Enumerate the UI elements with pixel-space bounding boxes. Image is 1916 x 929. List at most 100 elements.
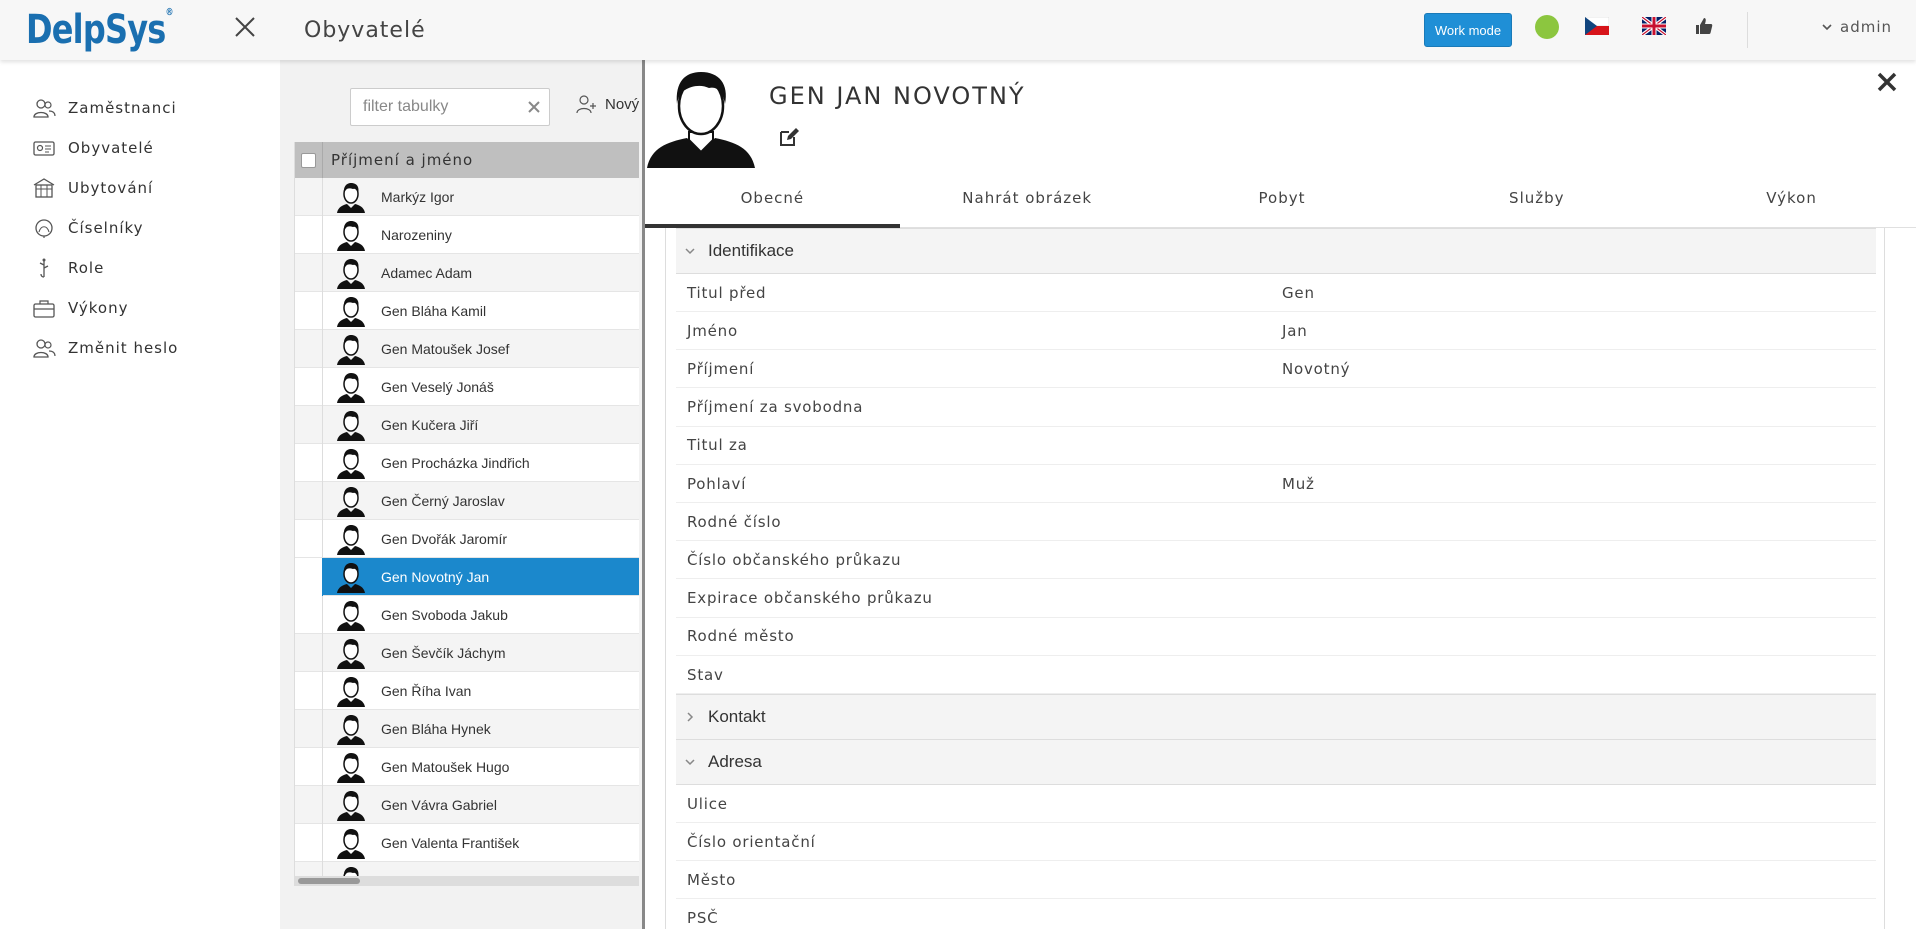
sidebar-item-residents[interactable]: Obyvatelé bbox=[32, 133, 154, 163]
table-row[interactable]: Gen Matoušek Josef bbox=[295, 329, 639, 368]
horizontal-scrollbar[interactable] bbox=[294, 876, 639, 886]
app-logo[interactable]: DelpSys® bbox=[22, 2, 173, 58]
table-row[interactable]: Gen Bláha Hynek bbox=[295, 709, 639, 748]
czech-flag-icon[interactable] bbox=[1585, 17, 1609, 35]
row-select-cell[interactable] bbox=[295, 481, 323, 520]
table-row[interactable]: Gen Novotný Jan bbox=[295, 557, 639, 596]
row-name: Narozeniny bbox=[381, 226, 452, 243]
table-row[interactable]: Gen Procházka Jindřich bbox=[295, 443, 639, 482]
row-select-cell[interactable] bbox=[295, 557, 323, 596]
employees-icon bbox=[33, 99, 56, 118]
detail-tabs: Obecné Nahrát obrázek Pobyt Služby Výkon bbox=[645, 168, 1916, 228]
row-select-cell[interactable] bbox=[295, 633, 323, 672]
filter-box bbox=[350, 88, 550, 126]
row-name: Gen Černý Jaroslav bbox=[381, 492, 505, 509]
section-address-header[interactable]: Adresa bbox=[676, 739, 1876, 785]
row-select-cell[interactable] bbox=[295, 367, 323, 406]
field-label: Příjmení za svobodna bbox=[687, 398, 864, 417]
user-menu[interactable]: admin bbox=[1822, 18, 1892, 36]
row-name: Gen Procházka Jindřich bbox=[381, 454, 530, 471]
filter-input[interactable] bbox=[351, 89, 521, 125]
row-select-cell[interactable] bbox=[295, 595, 323, 634]
row-select-cell[interactable] bbox=[295, 823, 323, 862]
user-name: admin bbox=[1840, 18, 1892, 36]
sidebar-item-change-password[interactable]: Změnit heslo bbox=[32, 333, 178, 363]
column-header-name[interactable]: Příjmení a jméno bbox=[323, 151, 473, 169]
row-select-cell[interactable] bbox=[295, 443, 323, 482]
table-row[interactable]: Gen Vávra Gabriel bbox=[295, 785, 639, 824]
scrollbar-thumb[interactable] bbox=[298, 878, 360, 884]
table-row[interactable]: Gen Veselý Jonáš bbox=[295, 367, 639, 406]
general-tab-content: Identifikace Titul před Gen Jméno Jan Příjme… bbox=[665, 228, 1885, 929]
section-title: Kontakt bbox=[708, 707, 766, 726]
tab-upload-image[interactable]: Nahrát obrázek bbox=[900, 168, 1155, 227]
person-avatar-icon bbox=[337, 410, 365, 441]
page-title: Obyvatelé bbox=[304, 18, 426, 43]
row-name: Gen Valenta František bbox=[381, 834, 520, 851]
table-row[interactable]: Gen Valenta František bbox=[295, 823, 639, 862]
row-select-cell[interactable] bbox=[295, 253, 323, 292]
thumbs-up-icon[interactable] bbox=[1694, 16, 1714, 36]
uk-flag-icon[interactable] bbox=[1642, 17, 1666, 35]
sidebar-item-performance[interactable]: Výkony bbox=[32, 293, 128, 323]
row-name: Gen Ševčík Jáchym bbox=[381, 644, 506, 661]
section-title: Identifikace bbox=[708, 241, 794, 260]
header-separator bbox=[1747, 12, 1748, 48]
clear-filter-icon[interactable] bbox=[525, 98, 543, 116]
tab-general[interactable]: Obecné bbox=[645, 168, 900, 228]
table-row[interactable]: Gen Černý Jaroslav bbox=[295, 481, 639, 520]
row-name: Gen Dvořák Jaromír bbox=[381, 530, 508, 547]
select-all-checkbox[interactable] bbox=[301, 152, 316, 168]
sidebar-item-employees[interactable]: Zaměstnanci bbox=[32, 93, 177, 123]
add-user-icon bbox=[576, 95, 596, 114]
row-select-cell[interactable] bbox=[295, 405, 323, 444]
table-row[interactable]: Gen Ševčík Jáchym bbox=[295, 633, 639, 672]
row-name: Gen Kučera Jiří bbox=[381, 416, 479, 433]
field-row: PSČ bbox=[676, 900, 1876, 929]
field-row: Příjmení Novotný bbox=[676, 350, 1876, 389]
section-identification-header[interactable]: Identifikace bbox=[676, 228, 1876, 274]
close-menu-icon[interactable] bbox=[230, 12, 260, 42]
person-avatar-icon bbox=[337, 676, 365, 707]
row-name: Gen Matoušek Hugo bbox=[381, 758, 510, 775]
row-select-cell[interactable] bbox=[295, 709, 323, 748]
table-row[interactable]: Adamec Adam bbox=[295, 253, 639, 292]
row-select-cell[interactable] bbox=[295, 329, 323, 368]
sidebar-item-accommodation[interactable]: Ubytování bbox=[32, 173, 153, 203]
table-row[interactable]: Narozeniny bbox=[295, 215, 639, 254]
tab-performance[interactable]: Výkon bbox=[1664, 168, 1916, 227]
sidebar-item-label: Číselníky bbox=[68, 219, 144, 237]
row-select-cell[interactable] bbox=[295, 291, 323, 330]
app-header: DelpSys® Obyvatelé Work mode admin bbox=[0, 0, 1916, 60]
field-label: Rodné číslo bbox=[687, 512, 782, 531]
row-select-cell[interactable] bbox=[295, 671, 323, 710]
row-select-cell[interactable] bbox=[295, 785, 323, 824]
table-row[interactable]: Gen Říha Ivan bbox=[295, 671, 639, 710]
section-contact-header[interactable]: Kontakt bbox=[676, 694, 1876, 740]
tab-services[interactable]: Služby bbox=[1409, 168, 1664, 227]
new-resident-button[interactable]: Nový bbox=[575, 94, 639, 114]
edit-icon[interactable] bbox=[778, 126, 800, 148]
chevron-down-icon bbox=[1822, 24, 1832, 31]
close-detail-icon[interactable] bbox=[1875, 70, 1899, 94]
row-select-cell[interactable] bbox=[295, 177, 323, 216]
row-select-cell[interactable] bbox=[295, 519, 323, 558]
person-avatar-icon bbox=[337, 372, 365, 403]
sidebar-item-codebooks[interactable]: Číselníky bbox=[32, 213, 144, 243]
table-row[interactable]: Markýz Igor bbox=[295, 177, 639, 216]
table-row[interactable]: Gen Dvořák Jaromír bbox=[295, 519, 639, 558]
table-row[interactable]: Gen Kučera Jiří bbox=[295, 405, 639, 444]
row-select-cell[interactable] bbox=[295, 747, 323, 786]
table-row[interactable]: Gen Matoušek Hugo bbox=[295, 747, 639, 786]
person-avatar-icon bbox=[337, 296, 365, 327]
tab-stay[interactable]: Pobyt bbox=[1155, 168, 1410, 227]
person-avatar-icon bbox=[337, 486, 365, 517]
table-row[interactable]: Gen Bláha Kamil bbox=[295, 291, 639, 330]
performance-icon bbox=[33, 300, 55, 318]
work-mode-button[interactable]: Work mode bbox=[1424, 13, 1512, 47]
sidebar-item-label: Výkony bbox=[68, 299, 129, 317]
table-row[interactable]: Gen Svoboda Jakub bbox=[295, 595, 639, 634]
sidebar-item-role[interactable]: Role bbox=[32, 253, 104, 283]
row-select-cell[interactable] bbox=[295, 215, 323, 254]
residents-icon bbox=[33, 141, 55, 156]
